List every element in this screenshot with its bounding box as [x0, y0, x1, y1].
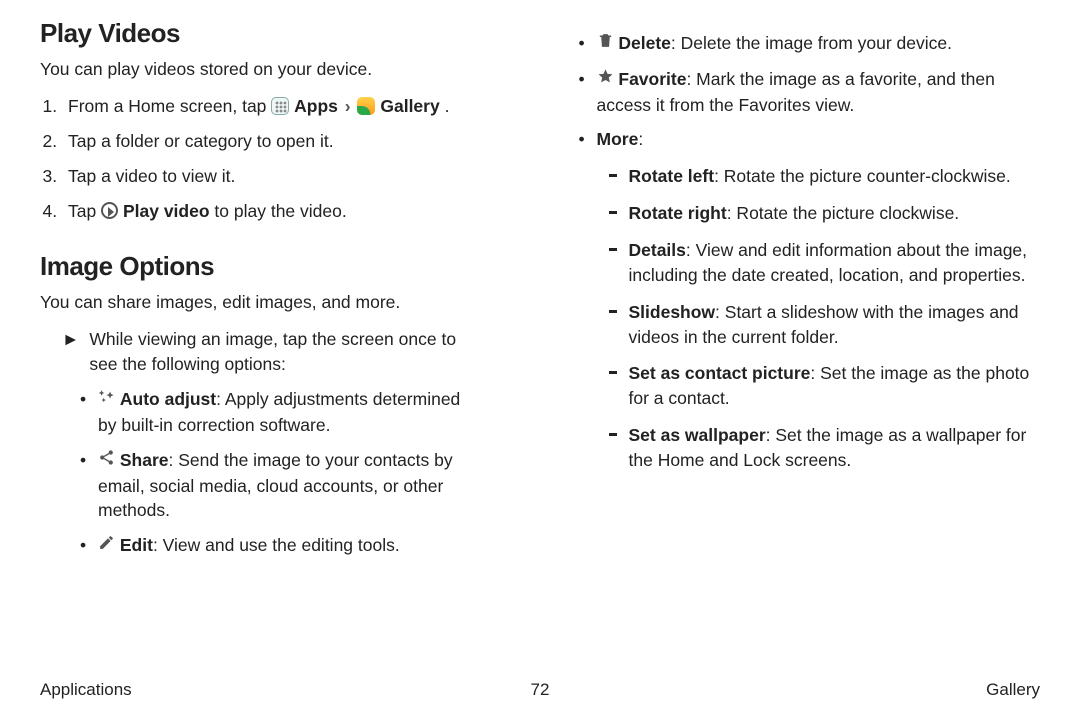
step-4-text-b: to play the video.: [214, 201, 346, 221]
option-share: Share: Send the image to your contacts b…: [98, 448, 484, 523]
page-footer: Applications 72 Gallery: [40, 680, 1040, 700]
option-slideshow: Slideshow: Start a slideshow with the im…: [629, 300, 1041, 350]
step-2: Tap a folder or category to open it.: [62, 129, 484, 154]
share-icon: [98, 448, 115, 473]
gallery-label: Gallery: [380, 96, 439, 116]
wallpaper-title: Set as wallpaper: [629, 425, 766, 445]
heading-play-videos: Play Videos: [40, 18, 484, 49]
step-3: Tap a video to view it.: [62, 164, 484, 189]
option-details: Details: View and edit information about…: [629, 238, 1041, 288]
delete-desc: : Delete the image from your device.: [671, 33, 952, 53]
right-column: Delete: Delete the image from your devic…: [539, 18, 1041, 670]
heading-image-options: Image Options: [40, 251, 484, 282]
options-list-left: Auto adjust: Apply adjustments determine…: [40, 387, 484, 559]
chevron-right-icon: ›: [345, 96, 351, 116]
manual-page: Play Videos You can play videos stored o…: [0, 0, 1080, 670]
auto-adjust-icon: [98, 387, 115, 412]
details-desc: : View and edit information about the im…: [629, 240, 1028, 285]
page-number: 72: [531, 680, 550, 700]
rotate-right-desc: : Rotate the picture clockwise.: [727, 203, 959, 223]
option-contact-picture: Set as contact picture: Set the image as…: [629, 361, 1041, 411]
favorite-title: Favorite: [618, 69, 686, 89]
contact-picture-title: Set as contact picture: [629, 363, 811, 383]
footer-section: Applications: [40, 680, 132, 700]
slideshow-title: Slideshow: [629, 302, 716, 322]
play-icon: [101, 202, 118, 219]
apps-icon: [271, 97, 289, 115]
option-rotate-left: Rotate left: Rotate the picture counter‑…: [629, 164, 1041, 189]
image-intro: You can share images, edit images, and m…: [40, 292, 484, 313]
option-rotate-right: Rotate right: Rotate the picture clockwi…: [629, 201, 1041, 226]
rotate-left-title: Rotate left: [629, 166, 715, 186]
edit-title: Edit: [120, 535, 153, 555]
more-colon: :: [638, 129, 643, 149]
delete-title: Delete: [618, 33, 671, 53]
step-4-text-a: Tap: [68, 201, 101, 221]
gallery-icon: [357, 97, 375, 115]
rotate-right-title: Rotate right: [629, 203, 727, 223]
option-favorite: Favorite: Mark the image as a favorite, …: [597, 67, 1041, 118]
details-title: Details: [629, 240, 686, 260]
delete-icon: [597, 31, 614, 56]
step-1-text-a: From a Home screen, tap: [68, 96, 271, 116]
apps-label: Apps: [294, 96, 338, 116]
play-steps: From a Home screen, tap Apps › Gallery .…: [40, 94, 484, 223]
instruction-arrow-item: ► While viewing an image, tap the screen…: [40, 327, 484, 377]
step-1: From a Home screen, tap Apps › Gallery .: [62, 94, 484, 119]
option-wallpaper: Set as wallpaper: Set the image as a wal…: [629, 423, 1041, 473]
step-4: Tap Play video to play the video.: [62, 199, 484, 224]
rotate-left-desc: : Rotate the picture counter‑clockwise.: [714, 166, 1011, 186]
option-edit: Edit: View and use the editing tools.: [98, 533, 484, 559]
auto-adjust-title: Auto adjust: [120, 389, 216, 409]
instruction-text: While viewing an image, tap the screen o…: [89, 327, 483, 377]
edit-icon: [98, 533, 115, 558]
share-title: Share: [120, 450, 169, 470]
more-sublist: Rotate left: Rotate the picture counter‑…: [597, 164, 1041, 472]
play-intro: You can play videos stored on your devic…: [40, 59, 484, 80]
play-video-label: Play video: [123, 201, 210, 221]
edit-desc: : View and use the editing tools.: [153, 535, 400, 555]
more-title: More: [597, 129, 639, 149]
option-auto-adjust: Auto adjust: Apply adjustments determine…: [98, 387, 484, 438]
option-more: More: Rotate left: Rotate the picture co…: [597, 127, 1041, 472]
favorite-icon: [597, 67, 614, 92]
footer-chapter: Gallery: [986, 680, 1040, 700]
options-list-right: Delete: Delete the image from your devic…: [597, 31, 1041, 473]
option-delete: Delete: Delete the image from your devic…: [597, 31, 1041, 57]
left-column: Play Videos You can play videos stored o…: [40, 18, 484, 670]
triangle-bullet-icon: ►: [62, 327, 79, 377]
